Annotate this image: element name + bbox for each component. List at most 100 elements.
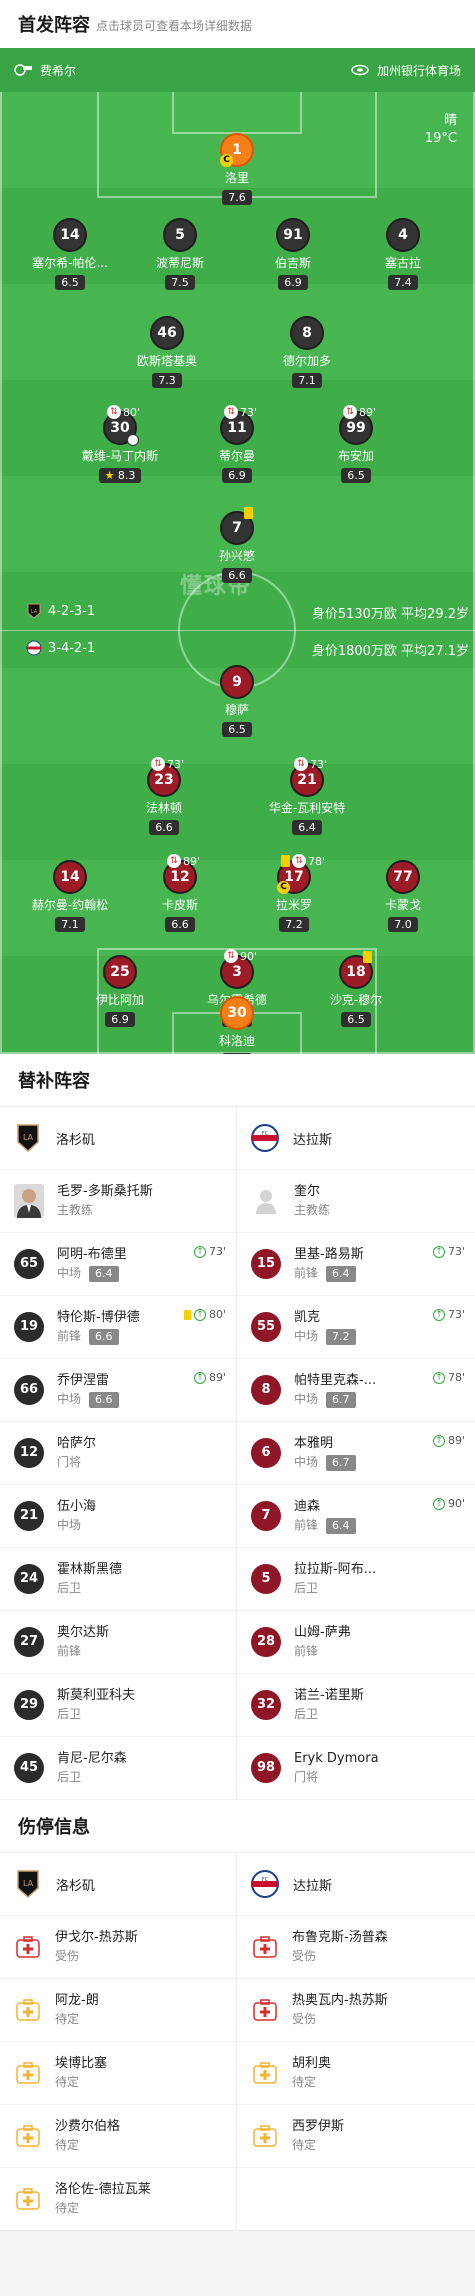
sub-player-position: 后卫 [294, 1581, 319, 1595]
yellow-card-icon [183, 1309, 191, 1320]
injury-status: 待定 [292, 2075, 317, 2089]
player-rating-value: 8.3 [117, 469, 136, 482]
sub-player-rating: 6.4 [89, 1265, 119, 1282]
sub-player-name: 山姆-萨弗 [294, 1625, 351, 1640]
home-team-name: 洛杉矶 [56, 1132, 96, 1148]
player-name: 卡皮斯 [161, 898, 198, 912]
injury-row[interactable]: 胡利奥 待定 [237, 2042, 475, 2105]
sub-in-arrow-icon: ↑ [193, 1245, 206, 1258]
injury-row[interactable]: 阿龙-朗 待定 [0, 1979, 236, 2042]
player-name: 穆萨 [224, 703, 249, 717]
injury-row[interactable]: 西罗伊斯 待定 [237, 2105, 475, 2168]
home-player[interactable]: 8 德尔加多 7.1 [242, 316, 372, 388]
away-player[interactable]: 23 ⇅ 73' 法林顿 6.6 [99, 757, 229, 835]
substitution-event: ⇅ 73' [224, 405, 257, 419]
sub-player-number: 24 [14, 1564, 44, 1594]
away-coach-row[interactable]: 奎尔 主教练 [237, 1170, 475, 1233]
substitution-minute: 73' [240, 405, 258, 419]
home-player[interactable]: 46 欧斯塔基奥 7.3 [102, 316, 232, 388]
doubtful-cross-icon [14, 2185, 42, 2213]
sub-in-arrow-icon: ↑ [432, 1434, 445, 1447]
injury-row[interactable]: 热奥瓦内-热苏斯 受伤 [237, 1979, 475, 2042]
away-player[interactable]: 25 伊比阿加 6.9 [55, 955, 185, 1027]
sub-player-number: 6 [251, 1438, 281, 1468]
home-player[interactable]: 30 ⇅ 80' 戴维-马丁内斯 ★ 8.3 [55, 405, 185, 483]
injury-row[interactable]: 洛伦佐-德拉瓦莱 待定 [0, 2168, 236, 2231]
away-player[interactable]: 9 穆萨 6.5 [172, 665, 302, 737]
away-team-row[interactable]: FC 达拉斯 [237, 1107, 475, 1170]
sub-in-event: ↑ 80' [183, 1308, 226, 1321]
sub-player-row[interactable]: 28 山姆-萨弗 前锋 [237, 1611, 475, 1674]
sub-player-row[interactable]: 29 斯莫利亚科夫 后卫 [0, 1674, 236, 1737]
player-number-disc: 77 [386, 860, 420, 894]
substitution-icon: ⇅ [224, 405, 238, 419]
home-coach-row[interactable]: 毛罗-多斯桑托斯 主教练 [0, 1170, 236, 1233]
player-number-disc: 4 [386, 218, 420, 252]
sub-player-row[interactable]: 65 阿明-布德里 中场 6.4 ↑ 73' [0, 1233, 236, 1296]
home-injury-team-row[interactable]: LA 洛杉矶 [0, 1853, 236, 1916]
sub-player-row[interactable]: 12 哈萨尔 门将 [0, 1422, 236, 1485]
sub-player-row[interactable]: 45 肯尼-尼尔森 后卫 [0, 1737, 236, 1800]
away-player[interactable]: 21 ⇅ 73' 华金-瓦利安特 6.4 [242, 757, 372, 835]
player-rating-value: 7.1 [298, 374, 316, 387]
sub-player-number: 19 [14, 1312, 44, 1342]
injury-status: 待定 [55, 2201, 80, 2215]
sub-player-row[interactable]: 19 特伦斯-博伊德 前锋 6.6 ↑ 80' [0, 1296, 236, 1359]
player-name: 法林顿 [145, 801, 182, 815]
sub-player-position: 中场 [294, 1329, 319, 1343]
home-player[interactable]: 4 塞古拉 7.4 [338, 218, 468, 290]
sub-player-row[interactable]: 98 Eryk Dymora 门将 [237, 1737, 475, 1800]
sub-player-name: Eryk Dymora [294, 1751, 379, 1766]
sub-player-row[interactable]: 21 伍小海 中场 [0, 1485, 236, 1548]
injury-row[interactable]: 伊戈尔-热苏斯 受伤 [0, 1916, 236, 1979]
sub-in-minute: 78' [447, 1371, 465, 1384]
away-formation: 3-4-2-1 [48, 640, 96, 656]
whistle-icon [14, 64, 32, 76]
weather: 晴 19°C [425, 112, 457, 148]
sub-player-position: 中场 [294, 1455, 319, 1469]
home-formation: 4-2-3-1 [48, 603, 96, 619]
sub-player-row[interactable]: 5 拉拉斯-阿布... 后卫 [237, 1548, 475, 1611]
injury-row[interactable]: 埃博比塞 待定 [0, 2042, 236, 2105]
injury-row[interactable]: 布鲁克斯-汤普森 受伤 [237, 1916, 475, 1979]
away-injury-team-row[interactable]: FC 达拉斯 [237, 1853, 475, 1916]
sub-player-row[interactable]: 24 霍林斯黑德 后卫 [0, 1548, 236, 1611]
player-rating: 7.4 [388, 275, 418, 290]
sub-player-position: 中场 [294, 1392, 319, 1406]
sub-player-row[interactable]: 32 诺兰-诺里斯 后卫 [237, 1674, 475, 1737]
home-player[interactable]: 11 ⇅ 73' 蒂尔曼 6.9 [172, 405, 302, 483]
home-player[interactable]: 1 C 洛里 7.6 [172, 133, 302, 205]
doubtful-cross-icon [251, 2122, 279, 2150]
home-player[interactable]: 99 ⇅ 89' 布安加 6.5 [291, 405, 421, 483]
substitution-icon: ⇅ [224, 949, 238, 963]
substitution-minute: 90' [240, 949, 258, 963]
sub-in-arrow-icon: ↑ [193, 1308, 206, 1321]
away-injury-team-name: 达拉斯 [293, 1878, 333, 1894]
svg-text:FC: FC [262, 1877, 269, 1883]
sub-in-minute: 80' [208, 1308, 226, 1321]
fc-dallas-logo-icon: FC [251, 1122, 279, 1154]
away-player[interactable]: 77 卡蒙戈 7.0 [338, 860, 468, 932]
away-player[interactable]: 30 科洛迪 7.5 [172, 996, 302, 1054]
player-number-disc: 14 [53, 860, 87, 894]
home-player[interactable]: 7 孙兴慜 6.6 [172, 507, 302, 583]
away-player[interactable]: 12 ⇅ 89' 卡皮斯 6.6 [115, 854, 245, 932]
sub-player-row[interactable]: 6 本雅明 中场 6.7 ↑ 89' [237, 1422, 475, 1485]
sub-player-rating: 6.6 [89, 1328, 119, 1345]
sub-player-row[interactable]: 15 里基-路易斯 前锋 6.4 ↑ 73' [237, 1233, 475, 1296]
substitution-minute: 73' [167, 757, 185, 771]
injuries-section: 伤停信息 LA 洛杉矶 伊戈尔-热苏斯 受伤 阿龙-朗 待定 埃博比塞 待定 沙费尔伯格 待定… [0, 1800, 475, 2231]
sub-player-position: 后卫 [57, 1770, 82, 1784]
player-name: 洛里 [224, 171, 249, 185]
injury-row[interactable]: 沙费尔伯格 待定 [0, 2105, 236, 2168]
sub-player-row[interactable]: 8 帕特里克森-... 中场 6.7 ↑ 78' [237, 1359, 475, 1422]
sub-player-row[interactable]: 55 凯克 中场 7.2 ↑ 73' [237, 1296, 475, 1359]
home-team-row[interactable]: LA 洛杉矶 [0, 1107, 236, 1170]
home-injuries-column: LA 洛杉矶 伊戈尔-热苏斯 受伤 阿龙-朗 待定 埃博比塞 待定 沙费尔伯格 待定 洛伦佐-德… [0, 1853, 237, 2231]
sub-player-row[interactable]: 66 乔伊涅雷 中场 6.6 ↑ 89' [0, 1359, 236, 1422]
sub-player-name: 霍林斯黑德 [57, 1562, 123, 1577]
sub-player-row[interactable]: 27 奥尔达斯 前锋 [0, 1611, 236, 1674]
away-player[interactable]: 18 沙克-穆尔 6.5 [291, 951, 421, 1027]
home-player[interactable]: 5 波蒂尼斯 7.5 [115, 218, 245, 290]
sub-player-row[interactable]: 7 迪森 前锋 6.4 ↑ 90' [237, 1485, 475, 1548]
